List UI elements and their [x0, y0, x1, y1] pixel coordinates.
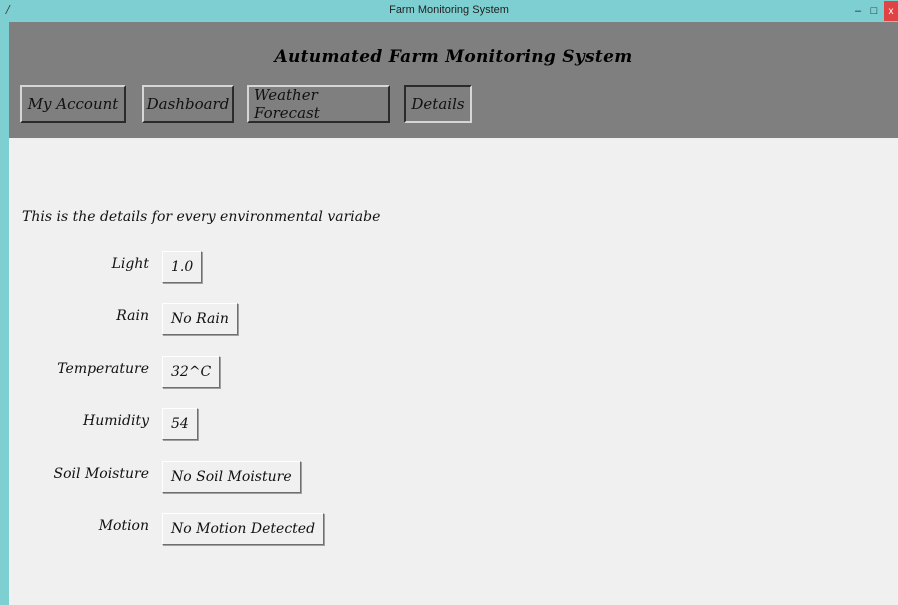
temperature-value[interactable]: 32^C: [162, 356, 221, 388]
app-title: Autumated Farm Monitoring System: [274, 47, 633, 67]
window-title: Farm Monitoring System: [389, 4, 509, 16]
dashboard-button[interactable]: Dashboard: [142, 85, 234, 123]
my-account-button[interactable]: My Account: [20, 85, 126, 123]
temperature-label: Temperature: [57, 361, 149, 377]
motion-label: Motion: [98, 518, 149, 534]
motion-value[interactable]: No Motion Detected: [162, 513, 325, 545]
weather-forecast-button[interactable]: Weather Forecast: [247, 85, 390, 123]
details-button[interactable]: Details: [404, 85, 472, 123]
humidity-value[interactable]: 54: [162, 408, 198, 440]
rain-label: Rain: [116, 308, 149, 324]
rain-value[interactable]: No Rain: [162, 303, 238, 335]
minimize-button[interactable]: –: [852, 0, 864, 22]
close-button[interactable]: x: [884, 1, 898, 21]
maximize-button[interactable]: □: [868, 0, 880, 22]
title-bar: ∕ Farm Monitoring System – □ x: [0, 0, 898, 22]
light-label: Light: [111, 256, 149, 272]
header-bar: Autumated Farm Monitoring System My Acco…: [9, 22, 898, 138]
soil-moisture-label: Soil Moisture: [53, 466, 149, 482]
humidity-label: Humidity: [83, 413, 149, 429]
main-window: Autumated Farm Monitoring System My Acco…: [9, 22, 898, 605]
window-controls: – □ x: [852, 0, 898, 22]
details-intro-text: This is the details for every environmen…: [22, 209, 381, 225]
soil-moisture-value[interactable]: No Soil Moisture: [162, 461, 301, 493]
light-value[interactable]: 1.0: [162, 251, 203, 283]
